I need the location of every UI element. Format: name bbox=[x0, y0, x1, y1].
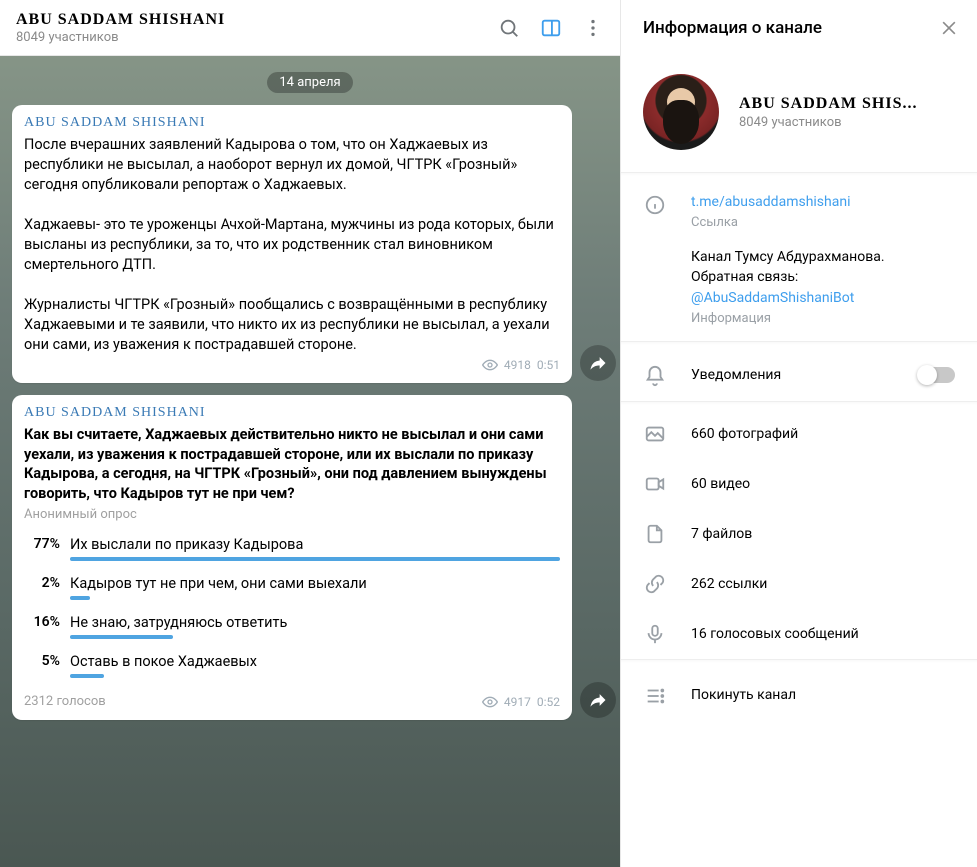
poll-message[interactable]: ABU SADDAM SHISHANI Как вы считаете, Хад… bbox=[12, 395, 572, 720]
leave-label: Покинуть канал bbox=[691, 687, 796, 703]
link-label: Ссылка bbox=[691, 214, 955, 233]
poll-question: Как вы считаете, Хаджаевых действительно… bbox=[24, 425, 560, 503]
poll-option[interactable]: 5% Оставь в покое Хаджаевых bbox=[24, 653, 560, 678]
more-menu-icon[interactable] bbox=[582, 17, 604, 39]
poll-bar bbox=[70, 557, 560, 561]
info-panel: Информация о канале ABU SADDAM SHIS... 8… bbox=[620, 0, 977, 867]
info-icon bbox=[643, 192, 667, 216]
sidebar-toggle-icon[interactable] bbox=[540, 17, 562, 39]
videos-row[interactable]: 60 видео bbox=[621, 459, 977, 509]
views-icon bbox=[482, 694, 498, 710]
chat-body[interactable]: 14 апреля ABU SADDAM SHISHANI После вчер… bbox=[0, 56, 620, 867]
poll-bar bbox=[70, 596, 90, 600]
file-icon bbox=[643, 523, 667, 545]
leave-channel-row[interactable]: Покинуть канал bbox=[621, 667, 977, 723]
poll-option-label: Кадыров тут не при чем, они сами выехали bbox=[70, 575, 560, 592]
links-row[interactable]: 262 ссылки bbox=[621, 559, 977, 609]
poll-option[interactable]: 2% Кадыров тут не при чем, они сами выех… bbox=[24, 575, 560, 600]
channel-desc-line1: Канал Тумсу Абдурахманова. bbox=[691, 247, 955, 267]
header-icons bbox=[498, 17, 604, 39]
avatar[interactable] bbox=[643, 74, 719, 150]
notifications-row[interactable]: Уведомления bbox=[621, 349, 977, 401]
files-row[interactable]: 7 файлов bbox=[621, 509, 977, 559]
message[interactable]: ABU SADDAM SHISHANI После вчерашних заяв… bbox=[12, 105, 572, 383]
video-icon bbox=[643, 473, 667, 495]
info-header: Информация о канале bbox=[621, 0, 977, 56]
message-meta: 4917 0:52 bbox=[482, 694, 560, 710]
leave-icon bbox=[643, 683, 667, 707]
poll-bar bbox=[70, 635, 173, 639]
chat-header: ABU SADDAM SHISHANI 8049 участников bbox=[0, 0, 620, 56]
message-time: 0:51 bbox=[537, 358, 560, 372]
bell-icon bbox=[643, 363, 667, 387]
notifications-toggle[interactable] bbox=[919, 367, 955, 383]
close-icon[interactable] bbox=[939, 18, 959, 38]
desc-label: Информация bbox=[691, 310, 955, 329]
poll-percent: 77% bbox=[24, 536, 60, 561]
channel-desc-line2: Обратная связь: bbox=[691, 267, 955, 287]
profile-subscribers: 8049 участников bbox=[739, 115, 917, 130]
share-button[interactable] bbox=[580, 345, 616, 381]
info-panel-title: Информация о канале bbox=[643, 18, 822, 38]
message-views: 4918 bbox=[504, 358, 531, 372]
message-views: 4917 bbox=[504, 695, 531, 709]
voice-label: 16 голосовых сообщений bbox=[691, 626, 859, 642]
photos-row[interactable]: 660 фотографий bbox=[621, 409, 977, 459]
files-label: 7 файлов bbox=[691, 526, 752, 542]
poll-subtitle: Анонимный опрос bbox=[24, 507, 560, 522]
poll-percent: 16% bbox=[24, 614, 60, 639]
channel-link[interactable]: t.me/abusaddamshishani bbox=[691, 192, 955, 212]
message-time: 0:52 bbox=[537, 695, 560, 709]
poll-option-label: Не знаю, затрудняюсь ответить bbox=[70, 614, 560, 631]
photos-label: 660 фотографий bbox=[691, 426, 798, 442]
poll-option[interactable]: 77% Их выслали по приказу Кадырова bbox=[24, 536, 560, 561]
channel-bot-link[interactable]: @AbuSaddamShishaniBot bbox=[691, 288, 955, 308]
subscriber-count: 8049 участников bbox=[16, 30, 498, 45]
notifications-label: Уведомления bbox=[691, 367, 895, 383]
poll-bar bbox=[70, 674, 104, 678]
message-sender[interactable]: ABU SADDAM SHISHANI bbox=[24, 115, 560, 131]
channel-name: ABU SADDAM SHISHANI bbox=[16, 11, 498, 29]
share-button[interactable] bbox=[580, 682, 616, 718]
views-icon bbox=[482, 357, 498, 373]
date-badge: 14 апреля bbox=[267, 72, 352, 93]
poll-votes: 2312 голосов bbox=[24, 694, 106, 709]
link-icon bbox=[643, 573, 667, 595]
chat-header-title-area[interactable]: ABU SADDAM SHISHANI 8049 участников bbox=[16, 11, 498, 45]
poll-option-label: Оставь в покое Хаджаевых bbox=[70, 653, 560, 670]
chat-panel: ABU SADDAM SHISHANI 8049 участников 14 а… bbox=[0, 0, 620, 867]
videos-label: 60 видео bbox=[691, 476, 750, 492]
message-meta: 4918 0:51 bbox=[24, 357, 560, 373]
poll-option-label: Их выслали по приказу Кадырова bbox=[70, 536, 560, 553]
profile-section: ABU SADDAM SHIS... 8049 участников bbox=[621, 56, 977, 172]
poll-percent: 2% bbox=[24, 575, 60, 600]
search-icon[interactable] bbox=[498, 17, 520, 39]
info-link-row: t.me/abusaddamshishani Ссылка Канал Тумс… bbox=[621, 180, 977, 341]
poll-percent: 5% bbox=[24, 653, 60, 678]
profile-name: ABU SADDAM SHIS... bbox=[739, 95, 917, 113]
poll-option[interactable]: 16% Не знаю, затрудняюсь ответить bbox=[24, 614, 560, 639]
links-label: 262 ссылки bbox=[691, 576, 767, 592]
voice-row[interactable]: 16 голосовых сообщений bbox=[621, 609, 977, 659]
mic-icon bbox=[643, 623, 667, 645]
photo-icon bbox=[643, 423, 667, 445]
message-sender[interactable]: ABU SADDAM SHISHANI bbox=[24, 405, 560, 421]
message-text: После вчерашних заявлений Кадырова о том… bbox=[24, 135, 560, 355]
